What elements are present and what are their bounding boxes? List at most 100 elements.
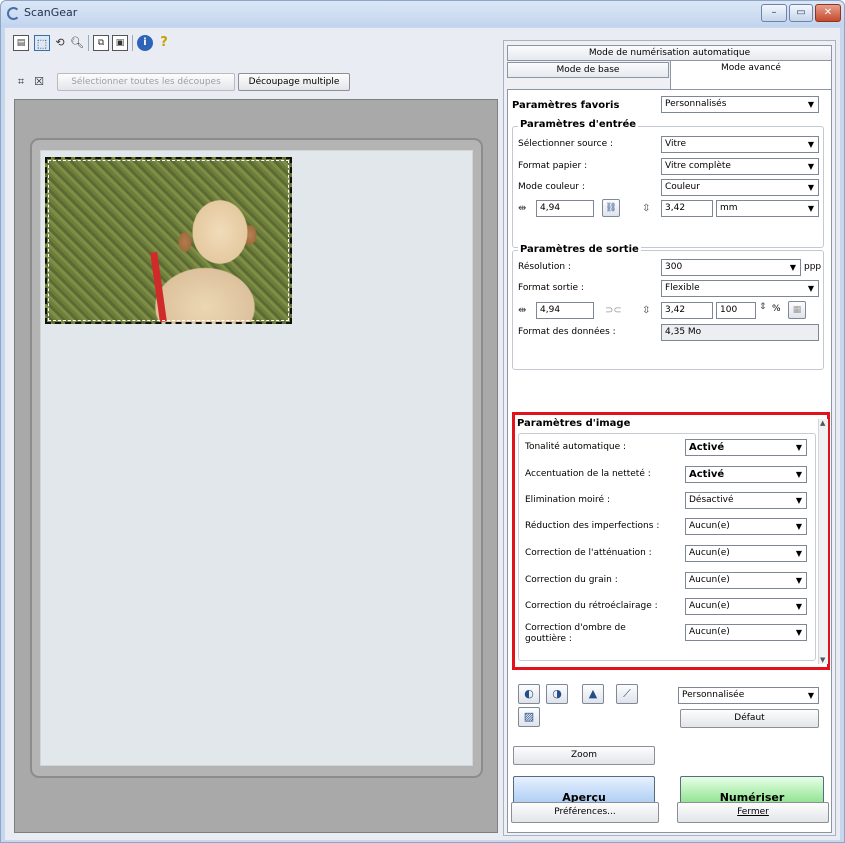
tab-basic-mode[interactable]: Mode de base [507, 62, 669, 78]
remove-crop-icon[interactable]: ☒ [31, 74, 47, 90]
backlight-label: Correction du rétroéclairage : [525, 601, 658, 611]
moire-value: Désactivé [689, 495, 734, 505]
settings-panel: Mode de numérisation automatique Mode de… [503, 40, 836, 836]
scale-lock-icon[interactable]: ▦ [788, 301, 806, 319]
preview-area[interactable] [14, 99, 498, 833]
sharpness-select[interactable]: Activé ▼ [685, 466, 807, 483]
fading-select[interactable]: Aucun(e) ▼ [685, 545, 807, 562]
chevron-down-icon: ▼ [795, 602, 802, 611]
gutter-label: Correction d'ombre de [525, 623, 626, 633]
gutter-label-line2: gouttière : [525, 634, 572, 644]
unit-value: mm [720, 203, 738, 213]
dust-select[interactable]: Aucun(e) ▼ [685, 518, 807, 535]
favorites-select[interactable]: Personnalisés ▼ [661, 96, 819, 113]
source-select[interactable]: Vitre ▼ [661, 136, 819, 153]
image-settings-title: Paramètres d'image [517, 418, 631, 429]
width-icon: ⇹ [518, 203, 527, 214]
resolution-select[interactable]: 300 ▼ [661, 259, 801, 276]
auto-tone-label: Tonalité automatique : [525, 442, 627, 452]
gutter-value: Aucun(e) [689, 627, 730, 637]
fading-label: Correction de l'atténuation : [525, 548, 652, 558]
title-bar[interactable]: ScanGear – ▭ ✕ [1, 1, 844, 27]
dust-label: Réduction des imperfections : [525, 521, 660, 531]
chevron-down-icon: ▼ [795, 549, 802, 558]
aspect-lock-icon[interactable]: ⛓ [602, 199, 620, 217]
paper-size-select[interactable]: Vitre complète ▼ [661, 158, 819, 175]
default-button[interactable]: Défaut [680, 709, 819, 728]
crop-frame-icon[interactable]: ⌗ [13, 74, 29, 90]
toolbar-separator [88, 35, 89, 51]
scroll-up-icon[interactable]: ▲ [820, 419, 825, 427]
chevron-down-icon: ▼ [807, 162, 814, 171]
dust-value: Aucun(e) [689, 521, 730, 531]
paste-icon[interactable]: ▣ [112, 35, 128, 51]
output-format-value: Flexible [665, 283, 700, 293]
paper-size-label: Format papier : [518, 161, 588, 171]
final-review-icon[interactable]: ▨ [518, 707, 540, 727]
backlight-select[interactable]: Aucun(e) ▼ [685, 598, 807, 615]
color-mode-select[interactable]: Couleur ▼ [661, 179, 819, 196]
color-mode-value: Couleur [665, 182, 700, 192]
chevron-down-icon: ▼ [807, 204, 814, 213]
moire-select[interactable]: Désactivé ▼ [685, 492, 807, 509]
output-format-select[interactable]: Flexible ▼ [661, 280, 819, 297]
data-size-field: 4,35 Mo [661, 324, 819, 341]
close-window-button[interactable]: ✕ [815, 4, 841, 22]
tone-curve-icon[interactable]: ⟋ [616, 684, 638, 704]
moire-label: Elimination moiré : [525, 495, 610, 505]
scangear-app-icon [7, 7, 20, 20]
preferences-button[interactable]: Préférences... [511, 802, 659, 823]
chevron-down-icon: ▼ [795, 628, 802, 637]
image-settings-scrollbar[interactable]: ▲ ▼ [818, 419, 828, 664]
toolbar-separator [132, 35, 133, 51]
chevron-down-icon: ▼ [795, 496, 802, 505]
brightness-icon[interactable]: ◐ [518, 684, 540, 704]
minimize-button[interactable]: – [761, 4, 787, 22]
input-height-field[interactable]: 3,42 [661, 200, 713, 217]
output-settings-title: Paramètres de sortie [518, 244, 641, 255]
histogram-icon[interactable]: ▲ [582, 684, 604, 704]
output-format-label: Format sortie : [518, 283, 584, 293]
auto-tone-select[interactable]: Activé ▼ [685, 439, 807, 456]
contrast-icon[interactable]: ◑ [546, 684, 568, 704]
fading-value: Aucun(e) [689, 548, 730, 558]
height-icon: ⇳ [642, 203, 651, 214]
crop-icon[interactable]: ⬚ [34, 35, 50, 51]
crop-frame[interactable] [45, 157, 292, 324]
gutter-select[interactable]: Aucun(e) ▼ [685, 624, 807, 641]
scroll-down-icon[interactable]: ▼ [820, 656, 825, 664]
select-all-crops-button[interactable]: Sélectionner toutes les découpes [57, 73, 235, 91]
maximize-button[interactable]: ▭ [789, 4, 813, 22]
close-button[interactable]: Fermer [677, 802, 829, 823]
width-icon: ⇹ [518, 305, 527, 316]
tab-auto-mode[interactable]: Mode de numérisation automatique [507, 45, 832, 61]
thumbnail-icon[interactable]: ▤ [13, 35, 29, 51]
zoom-icon[interactable]: 🔍︎ [69, 35, 85, 51]
help-icon[interactable]: ? [156, 35, 172, 51]
input-width-field[interactable]: 4,94 [536, 200, 594, 217]
chevron-down-icon: ▼ [807, 284, 814, 293]
info-icon[interactable]: i [137, 35, 153, 51]
unit-select[interactable]: mm ▼ [716, 200, 819, 217]
sharpness-label: Accentuation de la netteté : [525, 469, 651, 479]
sharpness-value: Activé [689, 469, 725, 480]
multi-crop-button[interactable]: Découpage multiple [238, 73, 350, 91]
output-width-field[interactable]: 4,94 [536, 302, 594, 319]
resolution-label: Résolution : [518, 262, 571, 272]
tone-preset-select[interactable]: Personnalisée ▼ [678, 687, 819, 704]
source-label: Sélectionner source : [518, 139, 614, 149]
rotate-icon[interactable]: ⟲ [52, 35, 68, 51]
color-mode-label: Mode couleur : [518, 182, 585, 192]
output-height-field[interactable]: 3,42 [661, 302, 713, 319]
grain-select[interactable]: Aucun(e) ▼ [685, 572, 807, 589]
chevron-down-icon: ▼ [795, 522, 802, 531]
scale-field[interactable]: 100 [716, 302, 756, 319]
scale-spinner-icon[interactable]: ⇕ [759, 302, 767, 312]
platen-glass[interactable] [40, 150, 473, 766]
resolution-value: 300 [665, 262, 683, 272]
zoom-button[interactable]: Zoom [513, 746, 655, 765]
copy-icon[interactable]: ⧉ [93, 35, 109, 51]
tab-advanced-mode[interactable]: Mode avancé [670, 60, 832, 90]
window-title: ScanGear [24, 6, 78, 19]
source-value: Vitre [665, 139, 687, 149]
